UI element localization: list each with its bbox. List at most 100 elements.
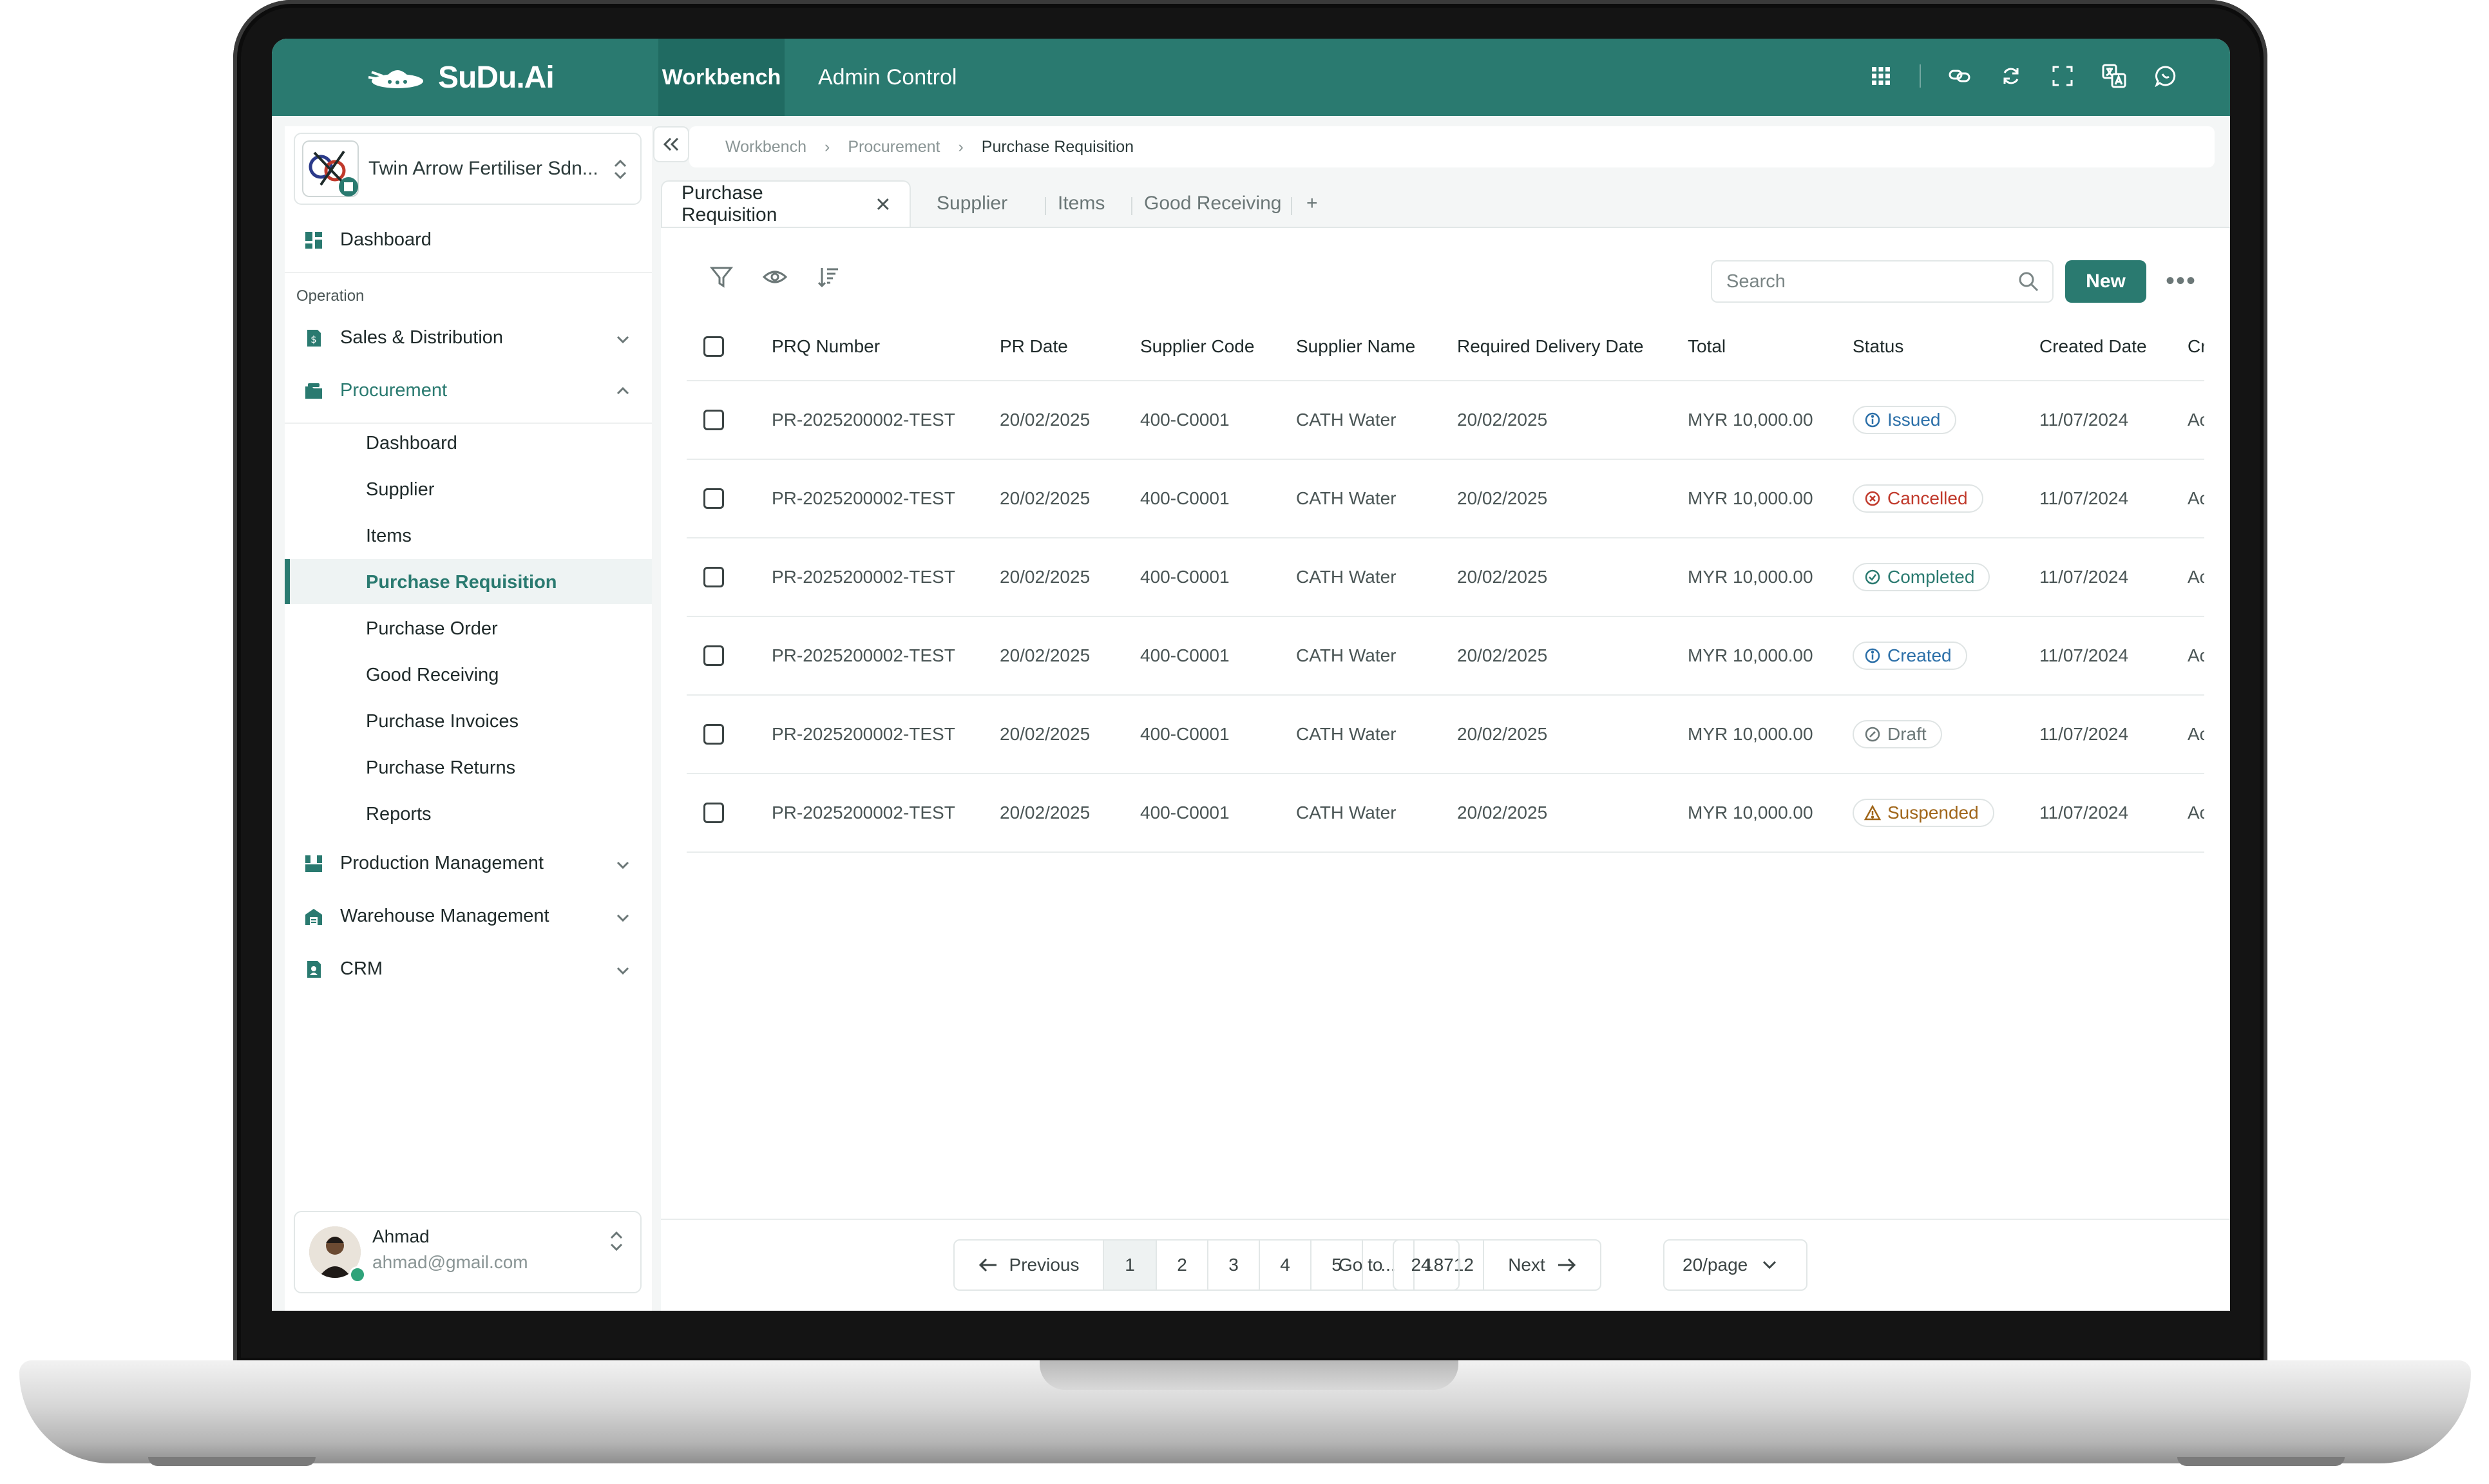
breadcrumb-item[interactable]: Procurement	[848, 138, 940, 157]
truncated-cell: Ac	[2188, 616, 2204, 696]
sidebar-item-crm[interactable]: CRM	[304, 958, 383, 980]
row-checkbox[interactable]	[703, 488, 724, 509]
tab-good-receiving[interactable]: Good Receiving	[1144, 180, 1281, 227]
search-input[interactable]: Search	[1711, 260, 2054, 303]
goto-page-input[interactable]: 24	[1393, 1239, 1460, 1291]
chevron-up-icon[interactable]	[616, 386, 630, 395]
breadcrumb-item[interactable]: Workbench	[725, 138, 806, 157]
sidebar-item-sales-distribution[interactable]: $ Sales & Distribution	[304, 327, 633, 348]
supplier-code-cell: 400-C0001	[1140, 459, 1296, 538]
filter-icon[interactable]	[710, 265, 733, 289]
total-cell: MYR 10,000.00	[1688, 774, 1853, 853]
table-row[interactable]: PR-2025200002-TEST 20/02/2025 400-C0001 CAT…	[687, 538, 2204, 617]
status-cell: Completed	[1853, 538, 2039, 617]
chevron-down-icon[interactable]	[616, 861, 630, 870]
row-checkbox[interactable]	[703, 645, 724, 666]
add-tab-button[interactable]: +	[1306, 180, 1318, 227]
prq-number-cell[interactable]: PR-2025200002-TEST	[772, 459, 1000, 538]
pagination: Previous 1 2 3 4 5 ... 18712 Next	[953, 1239, 1601, 1291]
apps-grid-icon[interactable]	[1868, 63, 1894, 89]
row-checkbox[interactable]	[703, 410, 724, 430]
column-header[interactable]: Total	[1688, 313, 1853, 381]
column-header[interactable]: PRQ Number	[772, 313, 1000, 381]
table-row[interactable]: PR-2025200002-TEST 20/02/2025 400-C0001 CAT…	[687, 616, 2204, 696]
page-size-value: 20/page	[1683, 1255, 1748, 1275]
prq-number-cell[interactable]: PR-2025200002-TEST	[772, 695, 1000, 774]
prq-number-cell[interactable]: PR-2025200002-TEST	[772, 381, 1000, 460]
row-checkbox[interactable]	[703, 567, 724, 587]
submenu-item-purchase-invoices[interactable]: Purchase Invoices	[366, 711, 519, 732]
chevron-down-icon[interactable]	[616, 913, 630, 922]
total-cell: MYR 10,000.00	[1688, 695, 1853, 774]
fullscreen-icon[interactable]	[2050, 63, 2075, 89]
table-row[interactable]: PR-2025200002-TEST 20/02/2025 400-C0001 CAT…	[687, 459, 2204, 538]
table-row[interactable]: PR-2025200002-TEST 20/02/2025 400-C0001 CAT…	[687, 381, 2204, 460]
page-size-select[interactable]: 20/page	[1663, 1239, 1807, 1291]
page-button[interactable]: 2	[1157, 1241, 1208, 1289]
pr-date-cell: 20/02/2025	[1000, 538, 1140, 617]
row-checkbox[interactable]	[703, 724, 724, 745]
row-checkbox[interactable]	[703, 803, 724, 823]
warehouse-icon	[305, 908, 322, 925]
page-button[interactable]: 1	[1104, 1241, 1157, 1289]
top-tab-workbench[interactable]: Workbench	[658, 39, 785, 116]
page-button[interactable]: 4	[1260, 1241, 1311, 1289]
column-header[interactable]: PR Date	[1000, 313, 1140, 381]
sidebar-item-procurement[interactable]: Procurement	[304, 380, 447, 401]
status-label: Issued	[1887, 410, 1941, 430]
translate-icon[interactable]	[2101, 63, 2127, 89]
sidebar-item-production-management[interactable]: Production Management	[304, 853, 544, 874]
top-tab-admin-control[interactable]: Admin Control	[818, 39, 957, 116]
brand[interactable]: SuDu.Ai	[368, 58, 555, 97]
prq-number-cell[interactable]: PR-2025200002-TEST	[772, 616, 1000, 696]
column-header[interactable]: Supplier Name	[1296, 313, 1457, 381]
previous-page-button[interactable]: Previous	[955, 1241, 1104, 1289]
chat-icon[interactable]	[2153, 63, 2179, 89]
tab-supplier[interactable]: Supplier	[937, 180, 1007, 227]
divider	[1291, 197, 1292, 215]
submenu-item-good-receiving[interactable]: Good Receiving	[366, 665, 499, 686]
table-row[interactable]: PR-2025200002-TEST 20/02/2025 400-C0001 CAT…	[687, 695, 2204, 774]
column-header[interactable]: Status	[1853, 313, 2039, 381]
close-icon[interactable]	[876, 197, 890, 211]
truncated-cell: Ac	[2188, 774, 2204, 853]
column-header[interactable]: Created Date	[2039, 313, 2188, 381]
page-button[interactable]: 3	[1208, 1241, 1260, 1289]
delivery-date-cell: 20/02/2025	[1457, 459, 1688, 538]
sidebar-item-warehouse-management[interactable]: Warehouse Management	[304, 906, 549, 927]
column-header[interactable]: Cr	[2188, 313, 2204, 381]
eye-icon[interactable]	[763, 265, 787, 289]
sidebar-item-dashboard[interactable]: Dashboard	[304, 229, 432, 251]
company-switcher[interactable]: Twin Arrow Fertiliser Sdn...	[294, 133, 642, 205]
prq-number-cell[interactable]: PR-2025200002-TEST	[772, 774, 1000, 853]
submenu-item-supplier[interactable]: Supplier	[366, 479, 434, 500]
tab-items[interactable]: Items	[1058, 180, 1105, 227]
chevron-down-icon[interactable]	[616, 335, 630, 344]
supplier-code-cell: 400-C0001	[1140, 774, 1296, 853]
sort-icon[interactable]	[817, 265, 840, 289]
submenu-item-purchase-requisition[interactable]: Purchase Requisition	[366, 572, 557, 593]
supplier-code-cell: 400-C0001	[1140, 695, 1296, 774]
chevron-down-icon[interactable]	[616, 966, 630, 975]
goto-page: Go to 24	[1339, 1239, 1460, 1291]
table-row[interactable]: PR-2025200002-TEST 20/02/2025 400-C0001 CAT…	[687, 774, 2204, 853]
created-date-cell: 11/07/2024	[2039, 538, 2188, 617]
next-page-button[interactable]: Next	[1484, 1241, 1600, 1289]
column-header[interactable]: Supplier Code	[1140, 313, 1296, 381]
tab-purchase-requisition[interactable]: Purchase Requisition	[661, 180, 911, 227]
sync-icon[interactable]	[1998, 63, 2024, 89]
link-icon[interactable]	[1947, 63, 1972, 89]
submenu-item-reports[interactable]: Reports	[366, 804, 432, 825]
column-header[interactable]: Required Delivery Date	[1457, 313, 1688, 381]
submenu-item-purchase-order[interactable]: Purchase Order	[366, 618, 498, 640]
submenu-item-dashboard[interactable]: Dashboard	[366, 433, 457, 454]
submenu-item-items[interactable]: Items	[366, 526, 412, 547]
submenu-item-purchase-returns[interactable]: Purchase Returns	[366, 757, 515, 779]
truncated-cell: Ac	[2188, 381, 2204, 460]
prq-number-cell[interactable]: PR-2025200002-TEST	[772, 538, 1000, 617]
select-all-checkbox[interactable]	[703, 336, 724, 357]
new-button[interactable]: New	[2065, 260, 2146, 303]
user-profile-card[interactable]: Ahmad ahmad@gmail.com	[294, 1211, 642, 1293]
more-options-icon[interactable]: •••	[2166, 268, 2197, 294]
edit-icon	[1864, 726, 1881, 743]
